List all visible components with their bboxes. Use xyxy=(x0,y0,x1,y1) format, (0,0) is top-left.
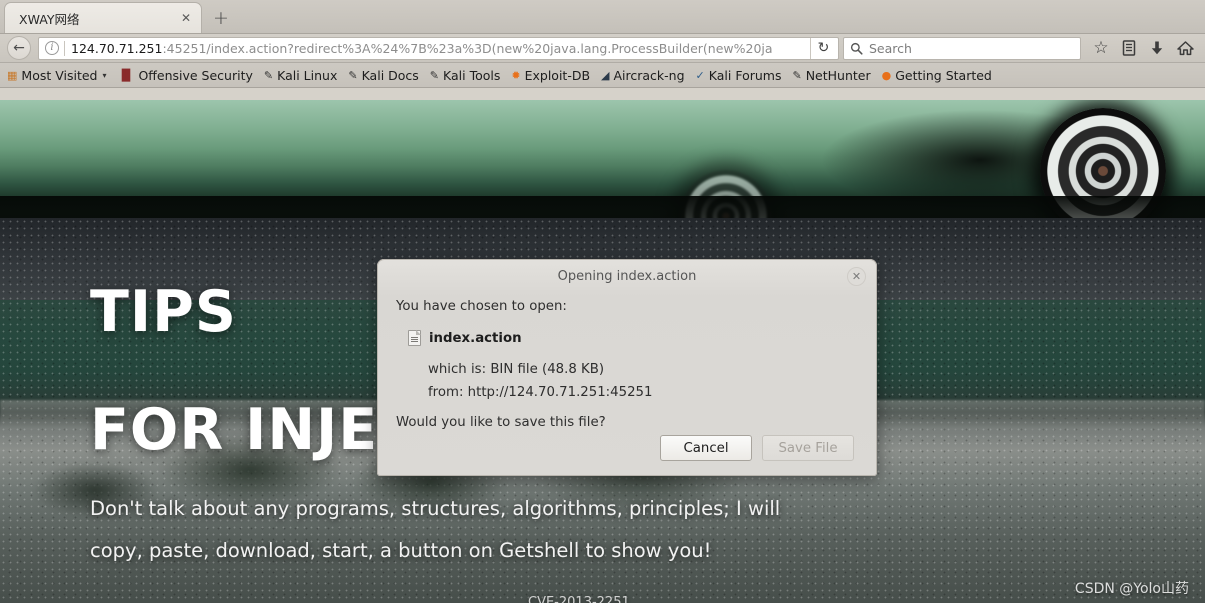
from-row: from: http://124.70.71.251:45251 xyxy=(428,381,854,404)
bookmark-offensive-security[interactable]: ▐▌ Offensive Security xyxy=(113,66,258,85)
chevron-down-icon: ▾ xyxy=(102,70,107,80)
which-is-row: which is: BIN file (48.8 KB) xyxy=(428,358,854,381)
bookmark-label: Getting Started xyxy=(895,67,992,83)
tab-title: XWAY网络 xyxy=(19,11,80,27)
search-bar[interactable]: Search xyxy=(843,36,1081,60)
hero-heading-line1: TIPS xyxy=(90,279,237,345)
bookmark-label: Most Visited xyxy=(21,67,98,83)
close-icon[interactable]: ✕ xyxy=(847,267,866,286)
tab-strip: XWAY网络 ✕ + xyxy=(0,0,1205,34)
navigation-toolbar: ← i 124.70.71.251:45251/index.action?red… xyxy=(0,34,1205,63)
bookmark-label: Offensive Security xyxy=(138,67,253,83)
bookmark-most-visited[interactable]: ▦ Most Visited ▾ xyxy=(2,66,112,85)
url-path: :45251/index.action?redirect%3A%24%7B%23… xyxy=(162,40,773,56)
bookmark-label: Aircrack-ng xyxy=(613,67,685,83)
bookmark-kali-tools[interactable]: ✎ Kali Tools xyxy=(425,66,506,85)
url-bar[interactable]: i 124.70.71.251:45251/index.action?redir… xyxy=(38,36,839,60)
search-placeholder: Search xyxy=(869,40,912,56)
which-is-value: BIN file (48.8 KB) xyxy=(490,362,605,377)
bookmark-aircrack-ng[interactable]: ◢ Aircrack-ng xyxy=(596,66,690,85)
home-glyph xyxy=(1176,41,1194,56)
new-tab-button[interactable]: + xyxy=(206,4,236,32)
bookmark-label: Kali Docs xyxy=(361,67,419,83)
nethunter-icon: ✎ xyxy=(792,68,802,82)
dialog-title: Opening index.action xyxy=(557,269,697,284)
exploit-db-icon: ✹ xyxy=(511,68,521,82)
save-question: Would you like to save this file? xyxy=(396,415,606,430)
bookmark-kali-docs[interactable]: ✎ Kali Docs xyxy=(343,66,423,85)
from-value: http://124.70.71.251:45251 xyxy=(467,385,653,400)
firefox-icon: ● xyxy=(881,68,892,82)
search-icon xyxy=(850,42,863,55)
downloads-icon[interactable] xyxy=(1143,36,1171,61)
bookmark-label: Exploit-DB xyxy=(524,67,591,83)
kali-dragon-icon: ✎ xyxy=(348,68,358,82)
kali-dragon-icon: ✎ xyxy=(429,68,440,82)
dialog-titlebar: Opening index.action ✕ xyxy=(378,260,876,293)
url-text: 124.70.71.251:45251/index.action?redirec… xyxy=(71,41,810,56)
home-icon[interactable] xyxy=(1171,36,1199,61)
bookmark-getting-started[interactable]: ● Getting Started xyxy=(877,66,997,85)
from-label: from: xyxy=(428,385,464,400)
offensive-security-icon: ▐▌ xyxy=(117,68,135,82)
bookmark-label: Kali Forums xyxy=(708,67,782,83)
back-arrow-icon: ← xyxy=(7,36,31,60)
binary-file-icon xyxy=(408,330,421,346)
cve-label: CVE-2013-2251 xyxy=(528,595,630,603)
site-info-icon[interactable]: i xyxy=(45,41,59,55)
dialog-footer: Cancel Save File xyxy=(378,435,876,475)
kali-dragon-icon: ✎ xyxy=(263,68,274,82)
bookmark-nethunter[interactable]: ✎ NetHunter xyxy=(787,66,875,85)
hero-paragraph-line2: copy, paste, download, start, a button o… xyxy=(90,539,712,562)
bookmark-kali-linux[interactable]: ✎ Kali Linux xyxy=(259,66,342,85)
bookmark-label: Kali Tools xyxy=(443,67,501,83)
cancel-button[interactable]: Cancel xyxy=(660,435,752,461)
csdn-watermark: CSDN @Yolo山药 xyxy=(1074,581,1189,597)
file-metadata: which is: BIN file (48.8 KB) from: http:… xyxy=(396,358,854,404)
browser-tab[interactable]: XWAY网络 ✕ xyxy=(4,2,202,33)
bookmarks-toolbar: ▦ Most Visited ▾ ▐▌ Offensive Security ✎… xyxy=(0,63,1205,88)
bookmark-label: Kali Linux xyxy=(277,67,338,83)
which-is-label: which is: xyxy=(428,362,487,377)
back-button[interactable]: ← xyxy=(6,36,32,61)
bookmark-kali-forums[interactable]: ✓ Kali Forums xyxy=(691,66,787,85)
hero-paragraph-line1: Don't talk about any programs, structure… xyxy=(90,497,781,520)
save-file-button[interactable]: Save File xyxy=(762,435,854,461)
tab-close-icon[interactable]: ✕ xyxy=(177,9,195,27)
bookmark-exploit-db[interactable]: ✹ Exploit-DB xyxy=(506,66,595,85)
file-name: index.action xyxy=(429,330,522,346)
bookmark-label: NetHunter xyxy=(805,67,871,83)
url-separator xyxy=(64,40,65,56)
kali-forums-icon: ✓ xyxy=(695,68,705,82)
dialog-body: You have chosen to open: index.action wh… xyxy=(378,293,876,435)
reload-icon[interactable]: ↻ xyxy=(810,37,836,59)
browser-window: XWAY网络 ✕ + ← i 124.70.71.251:45251/index… xyxy=(0,0,1205,603)
bookmark-star-icon[interactable]: ☆ xyxy=(1087,36,1115,61)
most-visited-icon: ▦ xyxy=(7,68,18,82)
url-host: 124.70.71.251 xyxy=(71,40,163,56)
library-glyph xyxy=(1122,40,1136,56)
aircrack-ng-icon: ◢ xyxy=(601,68,610,82)
file-row: index.action xyxy=(396,330,854,346)
library-icon[interactable] xyxy=(1115,36,1143,61)
chosen-text: You have chosen to open: xyxy=(396,299,567,314)
opening-file-dialog: Opening index.action ✕ You have chosen t… xyxy=(377,259,877,476)
download-arrow-glyph xyxy=(1151,41,1163,55)
